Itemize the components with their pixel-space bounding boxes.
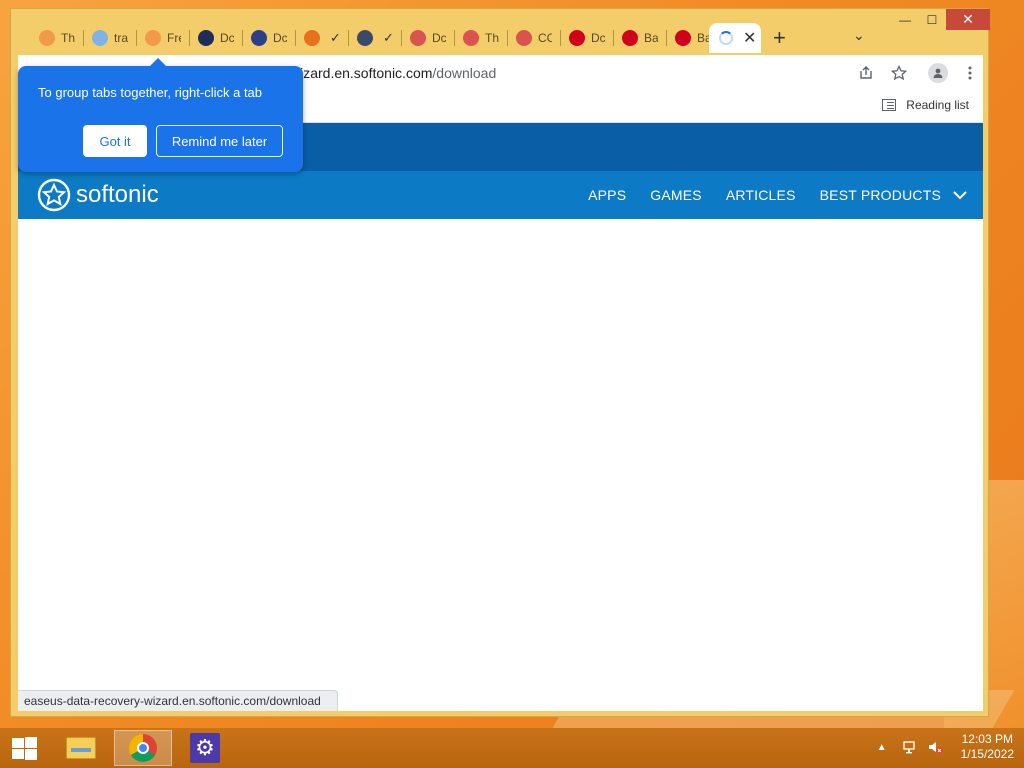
gear-icon: ⚙ xyxy=(190,733,220,763)
minimize-button[interactable]: — xyxy=(891,9,919,30)
nav-articles[interactable]: ARTICLES xyxy=(726,187,796,203)
tab-title: Ba xyxy=(644,31,658,45)
tab-title: Fre xyxy=(167,31,181,45)
browser-tab[interactable]: Dc xyxy=(561,23,614,53)
chrome-taskbar-button[interactable] xyxy=(114,730,172,766)
tab-title: Dc xyxy=(432,31,446,45)
taskbar: ⚙ ▲ 12:03 PM 1/15/2022 xyxy=(0,728,1024,768)
tab-title: tra xyxy=(114,31,128,45)
browser-tab[interactable]: ✓ xyxy=(296,23,349,53)
menu-kebab-icon[interactable] xyxy=(960,63,980,83)
settings-taskbar-button[interactable]: ⚙ xyxy=(176,730,234,766)
browser-tab[interactable]: Dc xyxy=(402,23,455,53)
start-button[interactable] xyxy=(10,736,38,760)
browser-tab[interactable]: Dc xyxy=(243,23,296,53)
address-bar[interactable]: wizard.en.softonic.com/download xyxy=(290,60,830,86)
url-host: wizard.en.softonic.com xyxy=(290,65,433,81)
tab-favicon-icon xyxy=(410,30,426,46)
browser-tab[interactable]: Fre xyxy=(137,23,190,53)
tab-group-tip-callout: To group tabs together, right-click a ta… xyxy=(18,58,303,172)
new-tab-button[interactable]: + xyxy=(773,25,786,51)
tab-favicon-icon xyxy=(251,30,267,46)
browser-tab[interactable]: tra xyxy=(84,23,137,53)
bookmark-star-icon[interactable] xyxy=(889,63,909,83)
browser-tab[interactable]: CC xyxy=(508,23,561,53)
tab-favicon-icon xyxy=(463,30,479,46)
tab-title: Dc xyxy=(273,31,287,45)
clock-date: 1/15/2022 xyxy=(960,747,1014,761)
reading-list-label: Reading list xyxy=(906,98,969,112)
got-it-button[interactable]: Got it xyxy=(83,125,147,157)
system-tray: ▲ 12:03 PM 1/15/2022 xyxy=(877,732,1014,762)
browser-tab[interactable]: Dc xyxy=(190,23,243,53)
chrome-icon xyxy=(129,734,157,762)
reading-list-icon xyxy=(882,99,897,111)
status-bar: easeus-data-recovery-wizard.en.softonic.… xyxy=(18,690,338,711)
close-window-button[interactable]: ✕ xyxy=(946,9,990,30)
checkmark-icon: ✓ xyxy=(330,30,341,45)
browser-tab[interactable]: Th xyxy=(31,23,84,53)
tab-search-icon[interactable]: ⌄ xyxy=(853,27,865,44)
url-path: /download xyxy=(432,65,497,81)
folder-icon xyxy=(66,737,96,759)
nav-apps[interactable]: APPS xyxy=(588,187,626,203)
softonic-star-icon xyxy=(37,178,71,212)
callout-text: To group tabs together, right-click a ta… xyxy=(38,85,263,100)
tab-favicon-icon xyxy=(145,30,161,46)
share-icon[interactable] xyxy=(856,63,876,83)
tab-favicon-icon xyxy=(569,30,585,46)
profile-avatar-icon[interactable] xyxy=(928,63,948,83)
loading-spinner-icon xyxy=(719,31,733,45)
tab-favicon-icon xyxy=(622,30,638,46)
tab-title: Dc xyxy=(591,31,605,45)
chevron-down-icon[interactable] xyxy=(953,187,967,203)
tab-favicon-icon xyxy=(357,30,373,46)
checkmark-icon: ✓ xyxy=(383,30,394,45)
close-tab-icon[interactable]: ✕ xyxy=(743,28,756,48)
tab-title: CC xyxy=(538,31,552,45)
tab-favicon-icon xyxy=(92,30,108,46)
tab-title: Th xyxy=(485,31,499,45)
tab-title: Dc xyxy=(220,31,234,45)
network-icon[interactable] xyxy=(902,739,919,755)
nav-games[interactable]: GAMES xyxy=(650,187,702,203)
tab-favicon-icon xyxy=(516,30,532,46)
tab-title: Th xyxy=(61,31,75,45)
site-nav: APPS GAMES ARTICLES BEST PRODUCTS xyxy=(564,171,967,219)
maximize-button[interactable]: ☐ xyxy=(918,9,946,30)
clock[interactable]: 12:03 PM 1/15/2022 xyxy=(961,732,1014,762)
softonic-logo[interactable]: softonic xyxy=(36,177,159,213)
show-hidden-icons-icon[interactable]: ▲ xyxy=(877,742,887,753)
tab-favicon-icon xyxy=(198,30,214,46)
tab-strip: ThtraFreDcDc✓✓DcThCCDcBaBa ✕ + ⌄ — ☐ ✕ xyxy=(11,9,990,55)
file-explorer-taskbar-button[interactable] xyxy=(52,730,110,766)
clock-time: 12:03 PM xyxy=(961,732,1013,746)
web-page: softonic APPS GAMES ARTICLES BEST PRODUC… xyxy=(18,123,983,711)
logo-text: softonic xyxy=(76,181,159,208)
browser-tab[interactable]: ✓ xyxy=(349,23,402,53)
site-navbar: softonic APPS GAMES ARTICLES BEST PRODUC… xyxy=(18,171,983,219)
volume-muted-icon[interactable] xyxy=(927,739,943,755)
tab-favicon-icon xyxy=(675,30,691,46)
tab-favicon-icon xyxy=(304,30,320,46)
nav-best-products[interactable]: BEST PRODUCTS xyxy=(820,187,941,203)
browser-tab[interactable]: Ba xyxy=(614,23,667,53)
tab-favicon-icon xyxy=(39,30,55,46)
browser-tab[interactable]: Th xyxy=(455,23,508,53)
remind-me-later-button[interactable]: Remind me later xyxy=(156,125,283,157)
tab-active-loading[interactable]: ✕ xyxy=(709,23,761,53)
reading-list-button[interactable]: Reading list xyxy=(882,98,969,112)
